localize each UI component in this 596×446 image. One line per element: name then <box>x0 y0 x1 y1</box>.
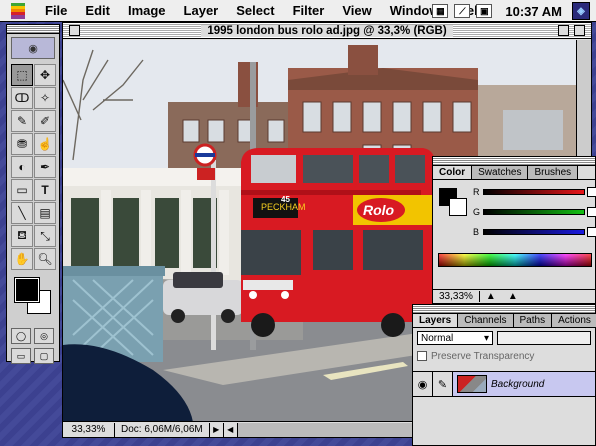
green-slider[interactable] <box>483 209 585 215</box>
tab-layers[interactable]: Layers <box>413 314 459 327</box>
status-menu-arrow-icon[interactable]: ▶ <box>210 422 224 437</box>
collapse-box-icon[interactable] <box>574 25 585 36</box>
palette-zoom-label: 33,33% <box>433 291 480 302</box>
menu-edit[interactable]: Edit <box>76 0 119 22</box>
move-tool-icon[interactable]: ✥ <box>34 64 56 86</box>
zoom-tool-icon[interactable]: 🔍︎ <box>34 248 56 270</box>
zoom-box-icon[interactable] <box>558 25 569 36</box>
color-spectrum-bar[interactable] <box>438 253 592 267</box>
menu-layer[interactable]: Layer <box>175 0 228 22</box>
eye-icon[interactable]: ◉ <box>413 372 433 396</box>
tab-paths[interactable]: Paths <box>513 314 553 327</box>
blue-value-field[interactable] <box>587 227 596 237</box>
photoshop-eye-icon[interactable]: ◉ <box>11 37 55 59</box>
foreground-color-swatch[interactable] <box>14 277 40 303</box>
photoshop-app-icon[interactable]: ◈ <box>572 2 590 20</box>
menu-image[interactable]: Image <box>119 0 175 22</box>
menu-select[interactable]: Select <box>227 0 283 22</box>
blend-mode-value: Normal <box>421 332 454 344</box>
opacity-field[interactable] <box>497 331 591 345</box>
menu-filter[interactable]: Filter <box>284 0 334 22</box>
svg-text:Rolo: Rolo <box>363 202 395 218</box>
control-strip-icon[interactable]: ▦ <box>432 4 449 18</box>
eraser-tool-icon[interactable]: ▭ <box>11 179 33 201</box>
layer-row-background[interactable]: ◉ ✎ Background <box>413 371 595 397</box>
rubber-stamp-tool-icon[interactable]: ⛃ <box>11 133 33 155</box>
tab-swatches[interactable]: Swatches <box>472 166 529 179</box>
layer-thumbnail <box>457 375 487 393</box>
document-title: 1995 london bus rolo ad.jpg @ 33,3% (RGB… <box>201 24 453 37</box>
standard-mode-icon[interactable]: ◯ <box>11 328 31 344</box>
preserve-transparency-row[interactable]: Preserve Transparency <box>413 348 595 364</box>
close-box-icon[interactable] <box>69 25 80 36</box>
display-icon[interactable]: ▣ <box>476 4 493 18</box>
smudge-tool-icon[interactable]: ☝ <box>34 133 56 155</box>
paintbrush-tool-icon[interactable]: ✐ <box>34 110 56 132</box>
menu-file[interactable]: File <box>36 0 76 22</box>
line-tool-icon[interactable]: ╲ <box>11 202 33 224</box>
red-value-field[interactable] <box>587 187 596 197</box>
menu-bar: File Edit Image Layer Select Filter View… <box>0 0 596 22</box>
bus-graphic: PECKHAM 45 Rolo <box>241 148 435 337</box>
palette-triangle-2-icon[interactable]: ▲ <box>502 291 524 302</box>
menu-view[interactable]: View <box>333 0 380 22</box>
screen-mode-full-icon[interactable]: ▢ <box>34 348 54 364</box>
red-slider[interactable] <box>483 189 585 195</box>
eyedropper-tool-icon[interactable]: ⤡ <box>34 225 56 247</box>
toolbox-title-bar[interactable] <box>7 25 59 34</box>
zoom-level-field[interactable]: 33,33% <box>63 422 115 437</box>
blue-slider[interactable] <box>483 229 585 235</box>
toolbox: ◉ ⬚ ✥ ↀ ✧ ✎ ✐ ⛃ ☝ ◐ ✒ ▭ T ╲ ▤ ⛾ ⤡ ✋ 🔍︎ ◯… <box>6 24 60 364</box>
color-palette-title-bar[interactable] <box>433 157 595 166</box>
lasso-tool-icon[interactable]: ↀ <box>11 87 33 109</box>
hand-tool-icon[interactable]: ✋ <box>11 248 33 270</box>
scroll-left-arrow-icon[interactable]: ◀ <box>224 422 238 437</box>
pen-tool-icon[interactable]: ✒ <box>34 156 56 178</box>
preserve-transparency-checkbox[interactable] <box>417 351 427 361</box>
menu-clock[interactable]: 10:37 AM <box>495 4 572 19</box>
chevron-down-icon: ▾ <box>483 332 489 344</box>
layers-palette-title-bar[interactable] <box>413 305 595 314</box>
screen-mode-standard-icon[interactable]: ▭ <box>11 348 31 364</box>
tab-channels[interactable]: Channels <box>458 314 514 327</box>
type-tool-icon[interactable]: T <box>34 179 56 201</box>
layer-name: Background <box>491 378 545 390</box>
airbrush-tool-icon[interactable]: ✎ <box>11 110 33 132</box>
svg-text:45: 45 <box>281 195 290 204</box>
color-swatches[interactable] <box>11 276 55 322</box>
apple-menu-icon[interactable] <box>0 0 36 22</box>
network-icon[interactable]: ⟋ <box>454 4 471 18</box>
color-palette: Color Swatches Brushes R G B 33,33% ▲ ▲ <box>432 156 596 304</box>
document-title-bar[interactable]: 1995 london bus rolo ad.jpg @ 33,3% (RGB… <box>63 23 591 39</box>
blend-mode-select[interactable]: Normal ▾ <box>417 331 493 345</box>
tab-actions[interactable]: Actions <box>552 314 596 327</box>
palette-triangle-icon[interactable]: ▲ <box>480 291 502 302</box>
quick-mask-icon[interactable]: ◎ <box>34 328 54 344</box>
preserve-transparency-label: Preserve Transparency <box>431 350 535 362</box>
tab-brushes[interactable]: Brushes <box>528 166 579 179</box>
dodge-tool-icon[interactable]: ◐ <box>11 156 33 178</box>
paint-bucket-tool-icon[interactable]: ⛾ <box>11 225 33 247</box>
magic-wand-tool-icon[interactable]: ✧ <box>34 87 56 109</box>
gradient-tool-icon[interactable]: ▤ <box>34 202 56 224</box>
layers-palette: Layers Channels Paths Actions Normal ▾ P… <box>412 304 596 446</box>
marquee-tool-icon[interactable]: ⬚ <box>11 64 33 86</box>
green-value-field[interactable] <box>587 207 596 217</box>
tab-color[interactable]: Color <box>433 166 473 179</box>
palette-background-swatch[interactable] <box>449 198 467 216</box>
green-slider-row: G <box>473 206 596 218</box>
paintbrush-icon[interactable]: ✎ <box>433 372 453 396</box>
blue-slider-row: B <box>473 226 596 238</box>
red-slider-row: R <box>473 186 596 198</box>
document-size-info[interactable]: Doc: 6,06M/6,06M <box>115 422 210 437</box>
color-palette-status: 33,33% ▲ ▲ <box>433 289 595 303</box>
